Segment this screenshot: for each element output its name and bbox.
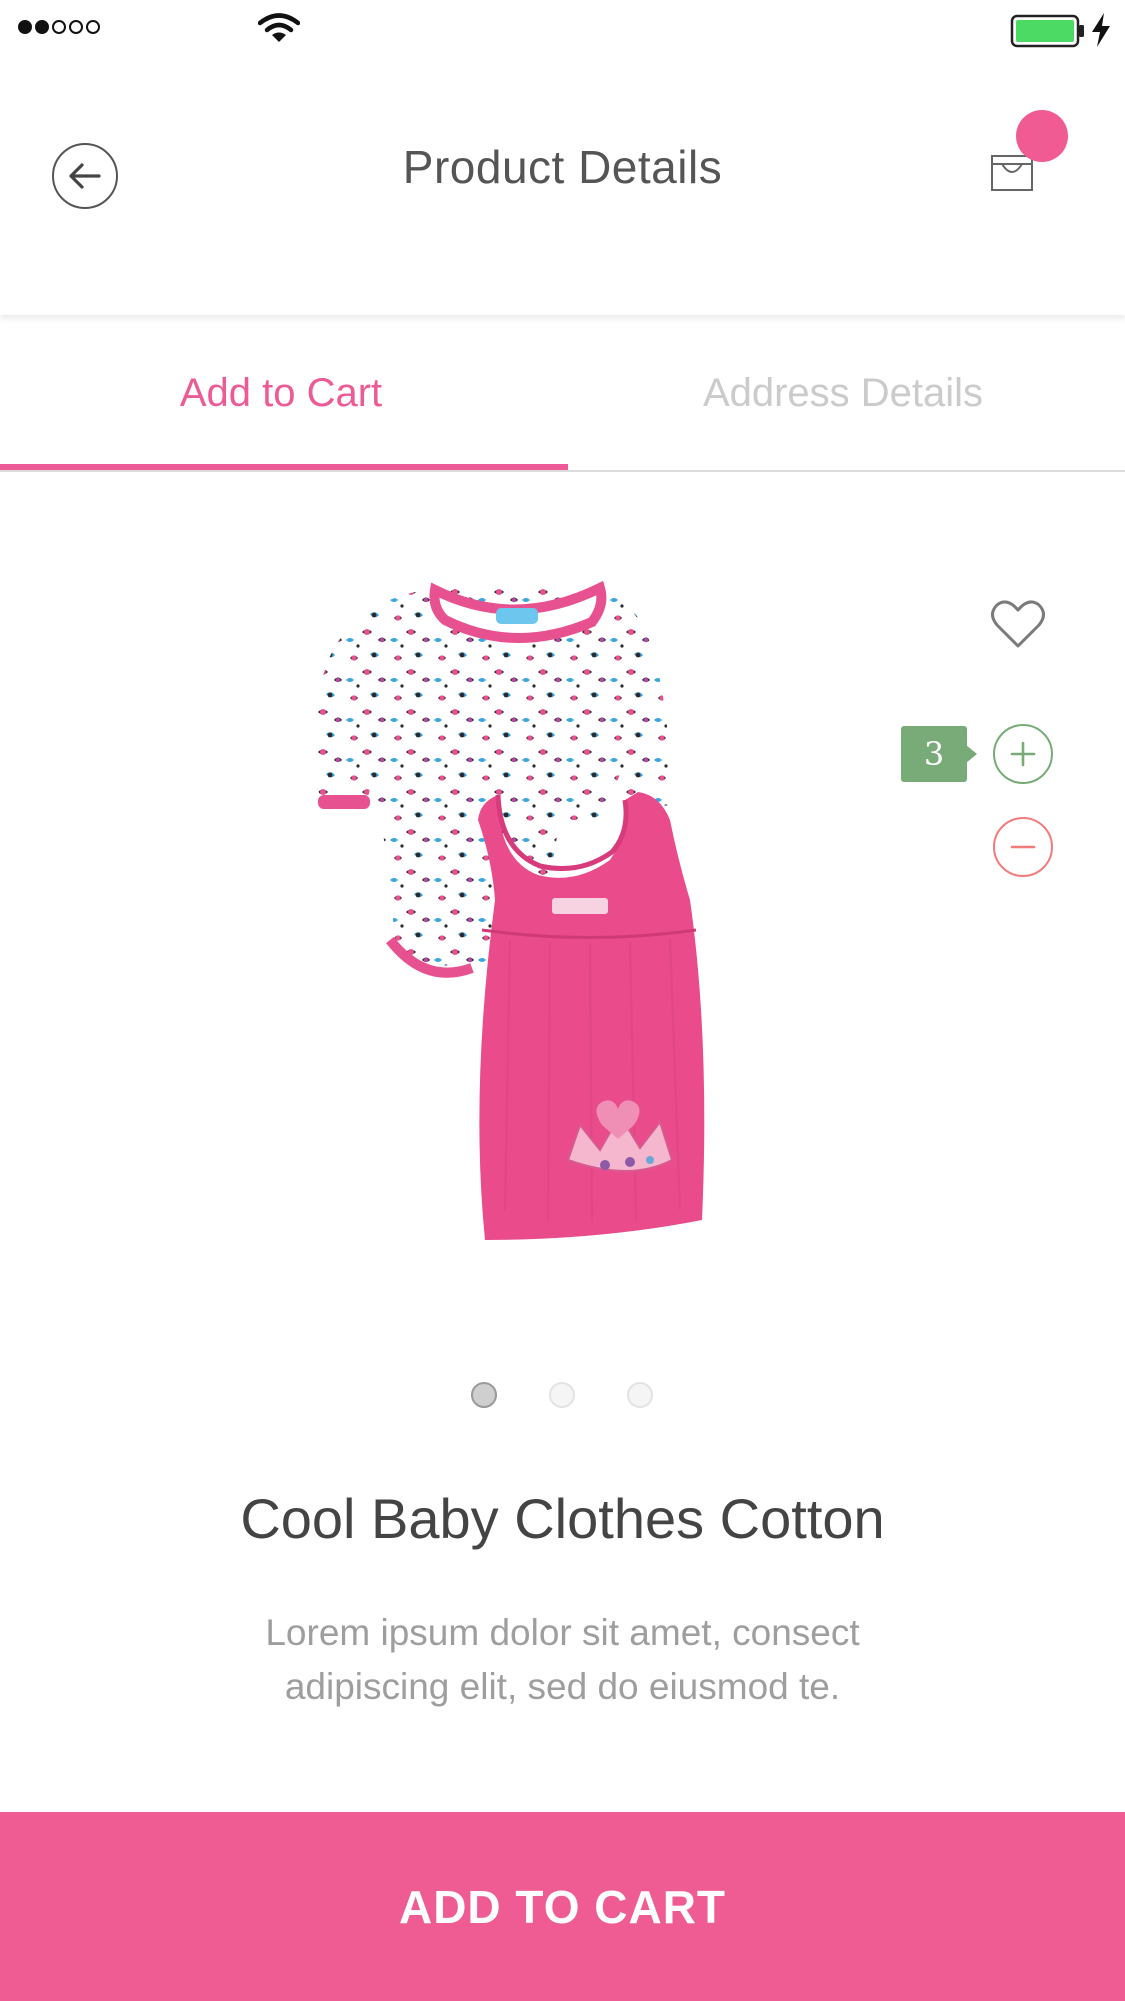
product-description: Lorem ipsum dolor sit amet, consect adip… — [265, 1612, 860, 1707]
cart-badge — [1016, 110, 1068, 162]
add-to-cart-button[interactable]: ADD TO CART — [0, 1812, 1125, 2001]
signal-dots-icon — [18, 20, 100, 34]
heart-outline-icon — [991, 600, 1045, 648]
battery-icon — [1010, 14, 1086, 53]
pager-dot[interactable] — [627, 1382, 653, 1408]
wifi-icon — [257, 12, 301, 49]
tab-bar: Add to Cart Address Details — [0, 316, 1125, 472]
quantity-count: 3 — [901, 726, 967, 782]
decrease-quantity-button[interactable] — [993, 817, 1053, 877]
increase-quantity-button[interactable] — [993, 724, 1053, 784]
charging-bolt-icon — [1090, 12, 1112, 53]
tab-address-details[interactable]: Address Details — [562, 316, 1124, 470]
wishlist-button[interactable] — [990, 598, 1046, 650]
quantity-pointer — [966, 745, 977, 763]
active-tab-indicator — [0, 464, 568, 470]
pager-dot[interactable] — [471, 1382, 497, 1408]
plus-circle-icon — [1010, 741, 1036, 767]
image-pager — [471, 1382, 653, 1408]
page-title: Product Details — [402, 141, 723, 193]
pager-dot[interactable] — [549, 1382, 575, 1408]
tab-add-to-cart[interactable]: Add to Cart — [0, 316, 562, 470]
status-bar — [0, 0, 1125, 60]
product-name: Cool Baby Clothes Cotton — [240, 1487, 885, 1550]
minus-circle-icon — [1010, 845, 1036, 849]
baby-outfit-image[interactable] — [300, 570, 820, 1290]
